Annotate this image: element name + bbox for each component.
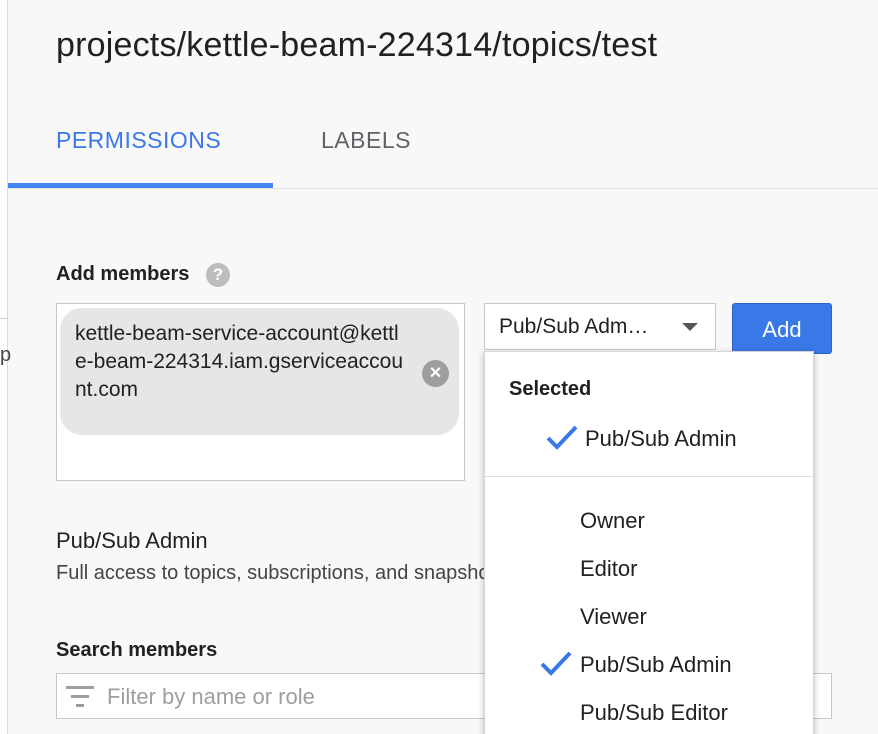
add-button[interactable]: Add — [732, 303, 832, 354]
dropdown-selected-item-label: Pub/Sub Admin — [585, 426, 737, 451]
role-select-value: Pub/Sub Adm… — [499, 315, 649, 338]
dropdown-item-pubsub-admin[interactable]: Pub/Sub Admin — [485, 645, 813, 685]
add-members-label: Add members — [56, 263, 190, 285]
role-description: Full access to topics, subscriptions, an… — [56, 562, 486, 584]
left-background-panel — [0, 0, 8, 734]
member-chip: kettle-beam-service-account@kettle-beam-… — [60, 308, 459, 435]
dropdown-item-label: Editor — [580, 556, 638, 581]
tabs-divider — [8, 188, 878, 189]
check-icon — [546, 425, 578, 450]
close-circle-icon[interactable]: × — [422, 360, 449, 387]
dropdown-item-owner[interactable]: Owner — [485, 501, 813, 541]
check-icon — [540, 651, 572, 676]
dropdown-item-editor[interactable]: Editor — [485, 549, 813, 589]
dropdown-item-label: Owner — [580, 508, 645, 533]
dropdown-item-pubsub-editor[interactable]: Pub/Sub Editor — [485, 693, 813, 733]
member-chip-text: kettle-beam-service-account@kettle-beam-… — [75, 322, 404, 401]
chevron-down-icon — [682, 323, 698, 331]
help-icon[interactable]: ? — [206, 263, 230, 287]
role-title: Pub/Sub Admin — [56, 528, 208, 553]
dropdown-selected-heading: Selected — [509, 378, 592, 400]
left-panel-text-fragment: p — [0, 344, 12, 366]
dropdown-item-label: Viewer — [580, 604, 647, 629]
filter-icon — [66, 686, 94, 708]
tab-permissions[interactable]: PERMISSIONS — [56, 127, 221, 154]
dropdown-item-label: Pub/Sub Editor — [580, 700, 728, 725]
role-select[interactable]: Pub/Sub Adm… — [484, 303, 716, 350]
members-input[interactable]: kettle-beam-service-account@kettle-beam-… — [56, 303, 465, 481]
dropdown-item-label: Pub/Sub Admin — [580, 652, 732, 677]
role-dropdown-menu: Selected Pub/Sub Admin Owner Editor View… — [484, 351, 814, 734]
page-title: projects/kettle-beam-224314/topics/test — [56, 26, 658, 64]
dropdown-item-viewer[interactable]: Viewer — [485, 597, 813, 637]
tab-labels[interactable]: LABELS — [321, 127, 411, 154]
dropdown-selected-item[interactable]: Pub/Sub Admin — [485, 419, 813, 459]
search-members-label: Search members — [56, 639, 218, 661]
dropdown-divider — [485, 476, 813, 477]
left-panel-divider — [0, 318, 7, 319]
pubsub-topic-permissions-panel: p projects/kettle-beam-224314/topics/tes… — [0, 0, 878, 734]
